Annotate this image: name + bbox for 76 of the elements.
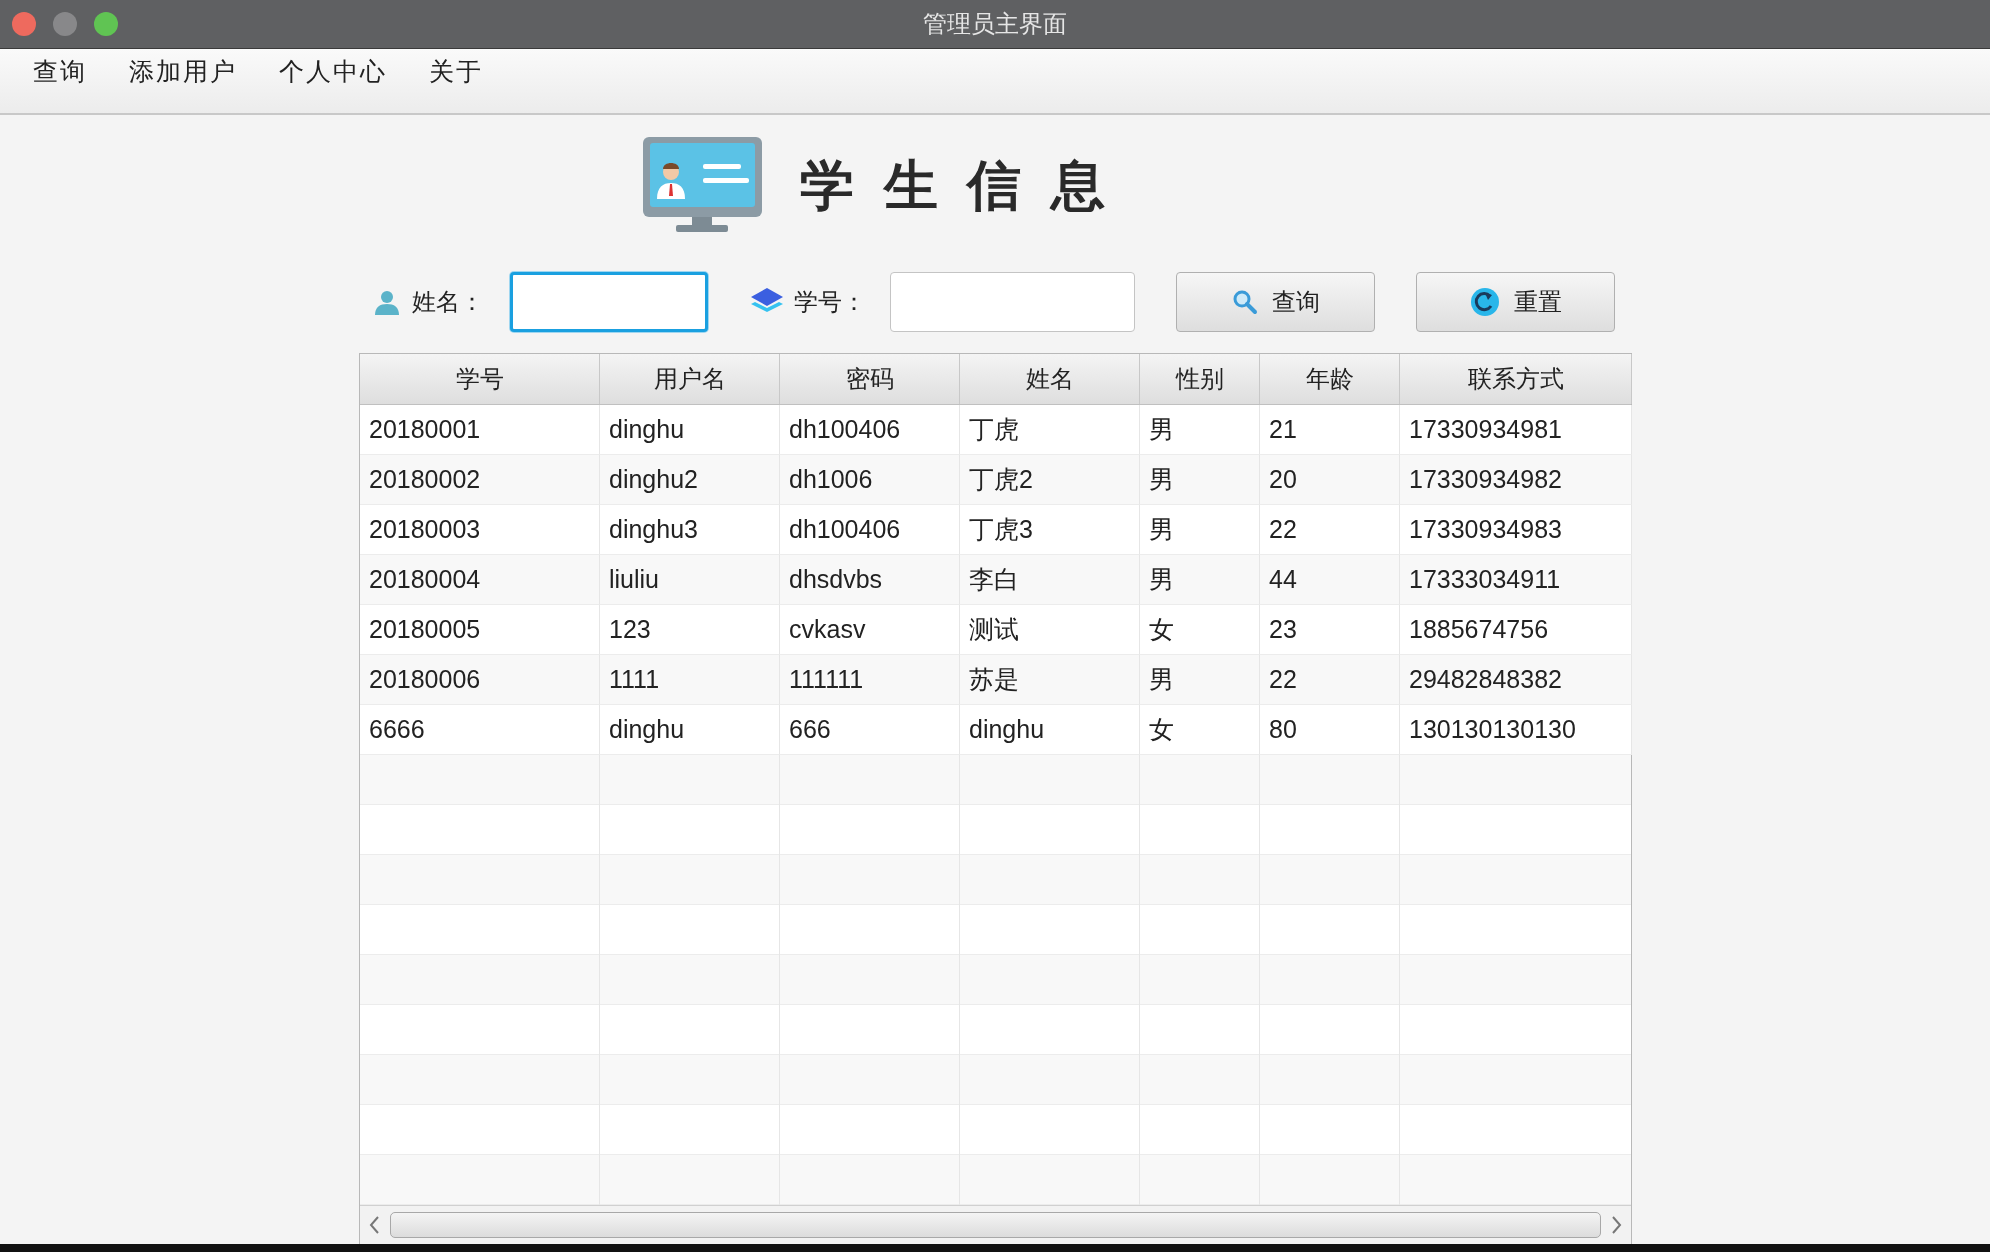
window-title: 管理员主界面 — [923, 9, 1067, 39]
table-cell: dh1006 — [789, 465, 873, 494]
name-field[interactable] — [510, 272, 708, 332]
table-cell: 1111 — [609, 665, 660, 694]
column-header[interactable]: 年龄 — [1260, 354, 1400, 404]
search-button[interactable]: 查询 — [1176, 272, 1375, 332]
monitor-profile-icon — [643, 137, 762, 235]
table-cell: 20180001 — [369, 415, 481, 444]
column-header[interactable]: 姓名 — [960, 354, 1140, 404]
table-cell: dinghu — [609, 715, 685, 744]
minimize-button[interactable] — [53, 12, 77, 36]
table-cell: 17333034911 — [1409, 565, 1561, 594]
table-cell-text: 男 — [1149, 414, 1174, 445]
table-cell: dh100406 — [789, 415, 901, 444]
column-header[interactable]: 联系方式 — [1400, 354, 1632, 404]
table-cell-text: 苏是 — [969, 664, 1019, 695]
table-cell: 130130130130 — [1409, 715, 1576, 744]
table-cell-text: 丁虎 — [969, 414, 1019, 445]
table-cell: 20180003 — [369, 515, 481, 544]
reset-button[interactable]: 重置 — [1416, 272, 1615, 332]
table-cell-text: 男 — [1149, 464, 1174, 495]
table-cell-text: 李白 — [969, 564, 1019, 595]
field-label: 姓名： — [412, 287, 484, 317]
table-cell-text: 测试 — [969, 614, 1019, 645]
table-cell: 21 — [1269, 415, 1297, 444]
user-icon — [374, 289, 400, 315]
table-cell: 29482848382 — [1409, 665, 1562, 694]
table-cell: 22 — [1269, 515, 1297, 544]
table-cell: liuliu — [609, 565, 660, 594]
table-cell: 20180004 — [369, 565, 481, 594]
table-cell: 17330934981 — [1409, 415, 1562, 444]
menu-item[interactable]: 个人中心 — [266, 49, 400, 93]
table-cell: dinghu — [609, 415, 685, 444]
table-cell: 20180002 — [369, 465, 481, 494]
column-header[interactable]: 性别 — [1140, 354, 1260, 404]
column-header[interactable]: 密码 — [780, 354, 960, 404]
table-cell: dinghu3 — [609, 515, 698, 544]
table-cell-text: 女 — [1149, 614, 1174, 645]
table-cell: 20180005 — [369, 615, 481, 644]
page-title: 学生信息 — [800, 152, 1135, 219]
close-button[interactable] — [12, 12, 36, 36]
table-cell: cvkasv — [789, 615, 866, 644]
zoom-button[interactable] — [94, 12, 118, 36]
table-cell-text: 丁虎2 — [969, 464, 1033, 495]
table-cell: 17330934982 — [1409, 465, 1562, 494]
table-cell: 111111 — [789, 665, 864, 694]
table-cell: dinghu — [969, 715, 1045, 744]
table-cell: 23 — [1269, 615, 1297, 644]
table-cell: 44 — [1269, 565, 1297, 594]
table-cell-text: 男 — [1149, 664, 1174, 695]
table-cell: dhsdvbs — [789, 565, 883, 594]
table-cell: 22 — [1269, 665, 1297, 694]
field-label: 学号： — [794, 287, 866, 317]
table-cell: 666 — [789, 715, 831, 744]
menu-item[interactable]: 添加用户 — [116, 49, 250, 93]
table-cell: dh100406 — [789, 515, 901, 544]
scrollbar-thumb[interactable] — [390, 1212, 1601, 1238]
table-cell: 80 — [1269, 715, 1297, 744]
table-cell: 1885674756 — [1409, 615, 1549, 644]
student-id-field[interactable] — [890, 272, 1135, 332]
table-cell: 20 — [1269, 465, 1297, 494]
table-cell: 123 — [609, 615, 651, 644]
column-header[interactable]: 用户名 — [600, 354, 780, 404]
table-cell: 17330934983 — [1409, 515, 1562, 544]
refresh-icon — [1469, 287, 1500, 317]
search-icon — [1231, 289, 1258, 315]
table-cell-text: 女 — [1149, 714, 1174, 745]
table-cell: dinghu2 — [609, 465, 698, 494]
menu-item[interactable]: 关于 — [416, 49, 496, 93]
column-header[interactable]: 学号 — [360, 354, 600, 404]
table-cell: 6666 — [369, 715, 425, 744]
table-cell-text: 男 — [1149, 564, 1174, 595]
menu-item[interactable]: 查询 — [20, 49, 100, 93]
table-cell: 20180006 — [369, 665, 481, 694]
table-cell-text: 男 — [1149, 514, 1174, 545]
table-cell-text: 丁虎3 — [969, 514, 1033, 545]
